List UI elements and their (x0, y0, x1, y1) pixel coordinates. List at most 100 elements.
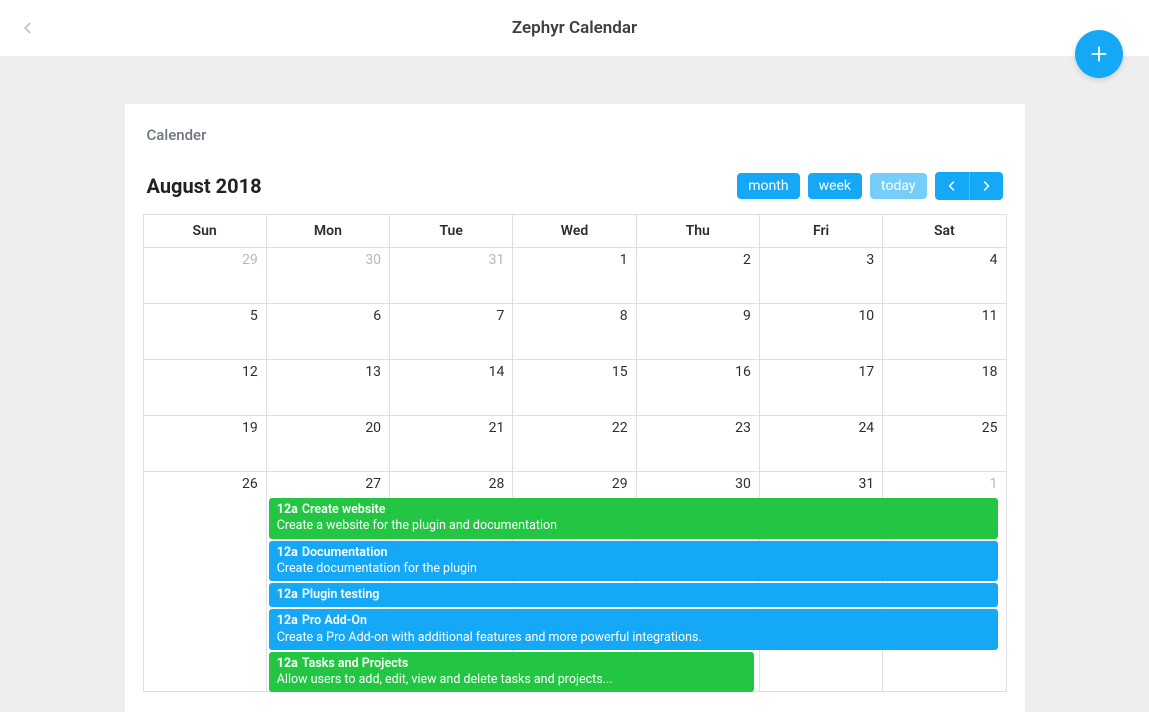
day-cell[interactable]: 11 (883, 304, 1006, 360)
day-cell[interactable]: 5 (143, 304, 266, 360)
day-number: 29 (612, 476, 628, 492)
plus-icon (1088, 43, 1110, 65)
month-label: August 2018 (147, 174, 262, 198)
day-cell[interactable]: 31 (759, 472, 882, 692)
day-number: 21 (489, 420, 505, 436)
day-header: Mon (266, 215, 389, 248)
day-cell[interactable]: 18 (883, 360, 1006, 416)
event-time: 12a (277, 545, 298, 560)
day-cell[interactable]: 24 (759, 416, 882, 472)
day-cell[interactable]: 10 (759, 304, 882, 360)
day-cell[interactable]: 26 (143, 472, 266, 692)
day-cell[interactable]: 8 (513, 304, 636, 360)
add-button[interactable] (1075, 30, 1123, 78)
day-cell[interactable]: 17 (759, 360, 882, 416)
event-time: 12a (277, 502, 298, 517)
event-time: 12a (277, 587, 298, 602)
day-number: 30 (735, 476, 751, 492)
day-cell[interactable]: 22 (513, 416, 636, 472)
app-title: Zephyr Calendar (512, 18, 637, 38)
day-number: 14 (489, 364, 505, 380)
event-title: Documentation (302, 545, 388, 560)
events-wrap: 12aCreate websiteCreate a website for th… (267, 496, 389, 692)
event-title: Pro Add-On (302, 613, 367, 628)
day-number: 1 (990, 476, 998, 492)
day-number: 16 (735, 364, 751, 380)
day-number: 26 (242, 476, 258, 492)
day-cell[interactable]: 14 (390, 360, 513, 416)
day-number: 31 (489, 252, 505, 268)
day-cell[interactable]: 6 (266, 304, 389, 360)
day-cell[interactable]: 13 (266, 360, 389, 416)
day-cell[interactable]: 7 (390, 304, 513, 360)
calendar-card: Calender August 2018 month week today (125, 104, 1025, 712)
day-cell[interactable]: 25 (883, 416, 1006, 472)
day-number: 13 (365, 364, 381, 380)
day-number: 17 (858, 364, 874, 380)
day-cell[interactable]: 16 (636, 360, 759, 416)
day-number: 5 (250, 308, 258, 324)
day-number: 31 (858, 476, 874, 492)
day-cell[interactable]: 12 (143, 360, 266, 416)
day-number: 15 (612, 364, 628, 380)
day-number: 3 (866, 252, 874, 268)
day-cell[interactable]: 21 (390, 416, 513, 472)
today-button[interactable]: today (870, 173, 926, 199)
day-number: 24 (858, 420, 874, 436)
day-header: Sat (883, 215, 1006, 248)
day-number: 28 (489, 476, 505, 492)
day-cell[interactable]: 19 (143, 416, 266, 472)
day-cell[interactable]: 30 (636, 472, 759, 692)
day-number: 27 (365, 476, 381, 492)
chevron-left-icon (946, 180, 958, 192)
day-header: Fri (759, 215, 882, 248)
calendar-header: August 2018 month week today (125, 172, 1025, 214)
calendar-controls: month week today (737, 172, 1002, 200)
day-cell[interactable]: 9 (636, 304, 759, 360)
day-number: 4 (990, 252, 998, 268)
day-number: 9 (743, 308, 751, 324)
back-button[interactable] (16, 16, 40, 40)
day-number: 18 (982, 364, 998, 380)
chevron-left-icon (21, 21, 35, 35)
day-cell[interactable]: 23 (636, 416, 759, 472)
day-number: 30 (365, 252, 381, 268)
calendar-grid: SunMonTueWedThuFriSat 293031123456789101… (143, 214, 1007, 692)
day-cell[interactable]: 1 (883, 472, 1006, 692)
day-number: 12 (242, 364, 258, 380)
prev-button[interactable] (935, 172, 969, 200)
day-number: 22 (612, 420, 628, 436)
day-header: Thu (636, 215, 759, 248)
event-title: Create website (302, 502, 386, 517)
day-number: 11 (982, 308, 998, 324)
day-number: 1 (620, 252, 628, 268)
day-cell[interactable]: 20 (266, 416, 389, 472)
chevron-right-icon (980, 180, 992, 192)
day-number: 2 (743, 252, 751, 268)
day-cell[interactable]: 2 (636, 248, 759, 304)
day-cell[interactable]: 31 (390, 248, 513, 304)
day-number: 19 (242, 420, 258, 436)
day-cell[interactable]: 30 (266, 248, 389, 304)
day-number: 25 (982, 420, 998, 436)
day-number: 6 (373, 308, 381, 324)
event-title: Plugin testing (302, 587, 380, 602)
card-title: Calender (125, 104, 1025, 172)
day-number: 10 (858, 308, 874, 324)
day-cell[interactable]: 15 (513, 360, 636, 416)
day-cell[interactable]: 28 (390, 472, 513, 692)
day-cell[interactable]: 2712aCreate websiteCreate a website for … (266, 472, 389, 692)
day-number: 29 (242, 252, 258, 268)
day-cell[interactable]: 29 (513, 472, 636, 692)
view-month-button[interactable]: month (737, 173, 799, 199)
day-cell[interactable]: 4 (883, 248, 1006, 304)
day-number: 23 (735, 420, 751, 436)
view-week-button[interactable]: week (808, 173, 862, 199)
next-button[interactable] (969, 172, 1003, 200)
day-number: 20 (365, 420, 381, 436)
day-cell[interactable]: 3 (759, 248, 882, 304)
day-number: 8 (620, 308, 628, 324)
day-cell[interactable]: 29 (143, 248, 266, 304)
nav-button-group (935, 172, 1003, 200)
day-cell[interactable]: 1 (513, 248, 636, 304)
